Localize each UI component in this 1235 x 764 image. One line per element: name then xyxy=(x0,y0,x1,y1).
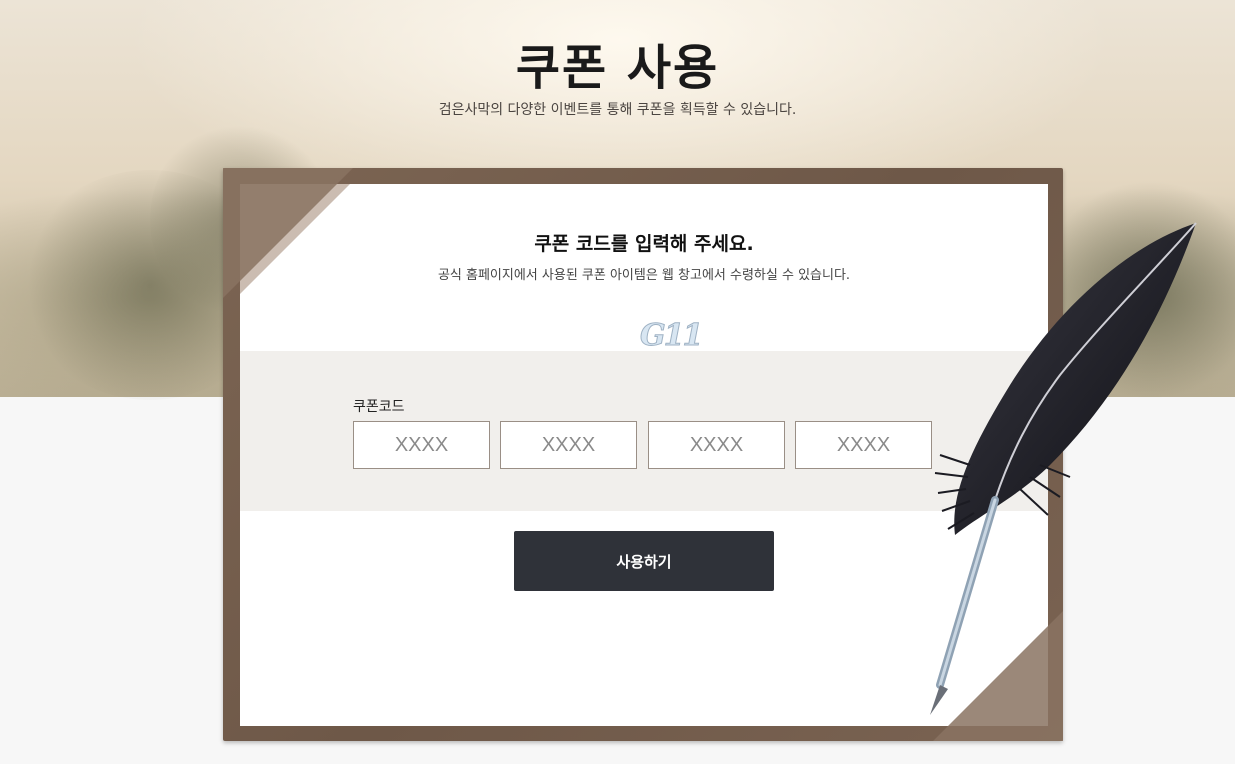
use-coupon-button[interactable]: 사용하기 xyxy=(514,531,774,591)
coupon-code-label: 쿠폰코드 xyxy=(353,399,405,415)
page-subtitle: 검은사막의 다양한 이벤트를 통해 쿠폰을 획득할 수 있습니다. xyxy=(438,102,797,118)
quill-pen-icon xyxy=(930,222,1197,715)
page-title: 쿠폰 사용 xyxy=(515,40,720,96)
coupon-code-field-2[interactable] xyxy=(500,421,637,469)
coupon-code-field-1[interactable] xyxy=(353,421,490,469)
watermark-logo: G11 xyxy=(639,318,703,354)
coupon-code-field-3[interactable] xyxy=(648,421,785,469)
